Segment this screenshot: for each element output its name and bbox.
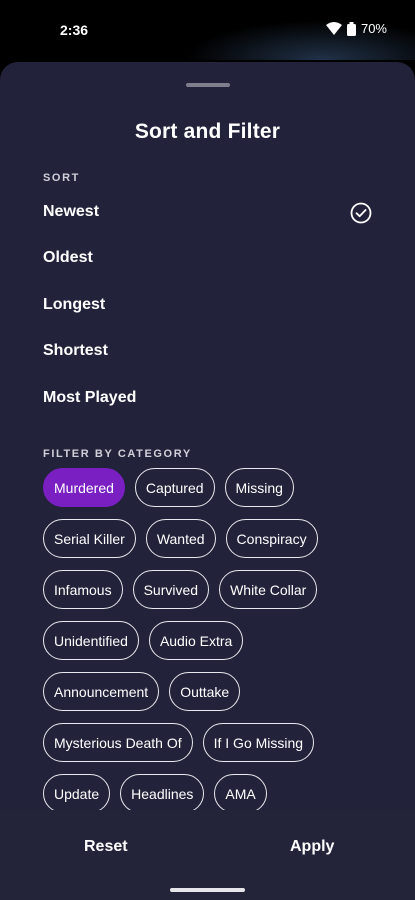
sort-option-label: Most Played bbox=[43, 389, 137, 406]
gesture-nav-bar[interactable] bbox=[170, 888, 245, 892]
sort-option-newest[interactable]: Newest bbox=[0, 191, 415, 235]
chip-mysterious-death-of[interactable]: Mysterious Death Of bbox=[43, 723, 193, 762]
category-chips: Murdered Captured Missing Serial Killer … bbox=[43, 468, 383, 825]
chip-captured[interactable]: Captured bbox=[134, 468, 215, 507]
sort-option-most-played[interactable]: Most Played bbox=[0, 377, 415, 421]
sort-option-oldest[interactable]: Oldest bbox=[0, 237, 415, 281]
status-icons: 70% bbox=[325, 21, 387, 36]
status-bar: 2:36 70% bbox=[0, 0, 415, 60]
chip-audio-extra[interactable]: Audio Extra bbox=[148, 621, 244, 660]
wifi-icon bbox=[325, 22, 342, 35]
chip-conspiracy[interactable]: Conspiracy bbox=[225, 519, 318, 558]
status-time: 2:36 bbox=[60, 22, 89, 38]
chip-outtake[interactable]: Outtake bbox=[169, 672, 241, 711]
sort-option-longest[interactable]: Longest bbox=[0, 284, 415, 328]
filter-section-label: FILTER BY CATEGORY bbox=[43, 448, 192, 460]
battery-icon bbox=[346, 21, 356, 36]
chip-update[interactable]: Update bbox=[43, 774, 111, 813]
chip-ama[interactable]: AMA bbox=[214, 774, 267, 813]
sheet-title: Sort and Filter bbox=[134, 120, 281, 143]
chip-unidentified[interactable]: Unidentified bbox=[43, 621, 139, 660]
sort-option-label: Longest bbox=[43, 296, 106, 313]
chip-row: Serial Killer Wanted Conspiracy bbox=[43, 519, 383, 558]
chip-announcement[interactable]: Announcement bbox=[43, 672, 160, 711]
chip-survived[interactable]: Survived bbox=[132, 570, 210, 609]
chip-white-collar[interactable]: White Collar bbox=[219, 570, 318, 609]
chip-infamous[interactable]: Infamous bbox=[43, 570, 123, 609]
reset-button[interactable]: Reset bbox=[84, 838, 128, 856]
action-bar: Reset Apply bbox=[0, 810, 415, 900]
battery-percent: 70% bbox=[360, 21, 387, 36]
sort-option-shortest[interactable]: Shortest bbox=[0, 330, 415, 374]
sort-section-label: SORT bbox=[43, 172, 80, 184]
drag-handle[interactable] bbox=[186, 83, 230, 87]
chip-row: Infamous Survived White Collar bbox=[43, 570, 383, 609]
chip-if-i-go-missing[interactable]: If I Go Missing bbox=[202, 723, 315, 762]
check-circle-icon bbox=[350, 202, 372, 224]
chip-row: Unidentified Audio Extra bbox=[43, 621, 383, 660]
chip-murdered[interactable]: Murdered bbox=[43, 468, 125, 507]
chip-row: Mysterious Death Of If I Go Missing bbox=[43, 723, 383, 762]
sort-option-label: Shortest bbox=[43, 342, 108, 359]
chip-missing[interactable]: Missing bbox=[224, 468, 294, 507]
sort-option-label: Newest bbox=[43, 203, 100, 220]
sort-option-label: Oldest bbox=[43, 249, 93, 266]
chip-row: Update Headlines AMA bbox=[43, 774, 383, 813]
chip-headlines[interactable]: Headlines bbox=[120, 774, 205, 813]
chip-row: Announcement Outtake bbox=[43, 672, 383, 711]
apply-button[interactable]: Apply bbox=[290, 838, 334, 856]
chip-serial-killer[interactable]: Serial Killer bbox=[43, 519, 136, 558]
sort-filter-sheet: Sort and Filter SORT Newest Oldest Longe… bbox=[0, 62, 415, 900]
chip-row: Murdered Captured Missing bbox=[43, 468, 383, 507]
chip-wanted[interactable]: Wanted bbox=[145, 519, 216, 558]
